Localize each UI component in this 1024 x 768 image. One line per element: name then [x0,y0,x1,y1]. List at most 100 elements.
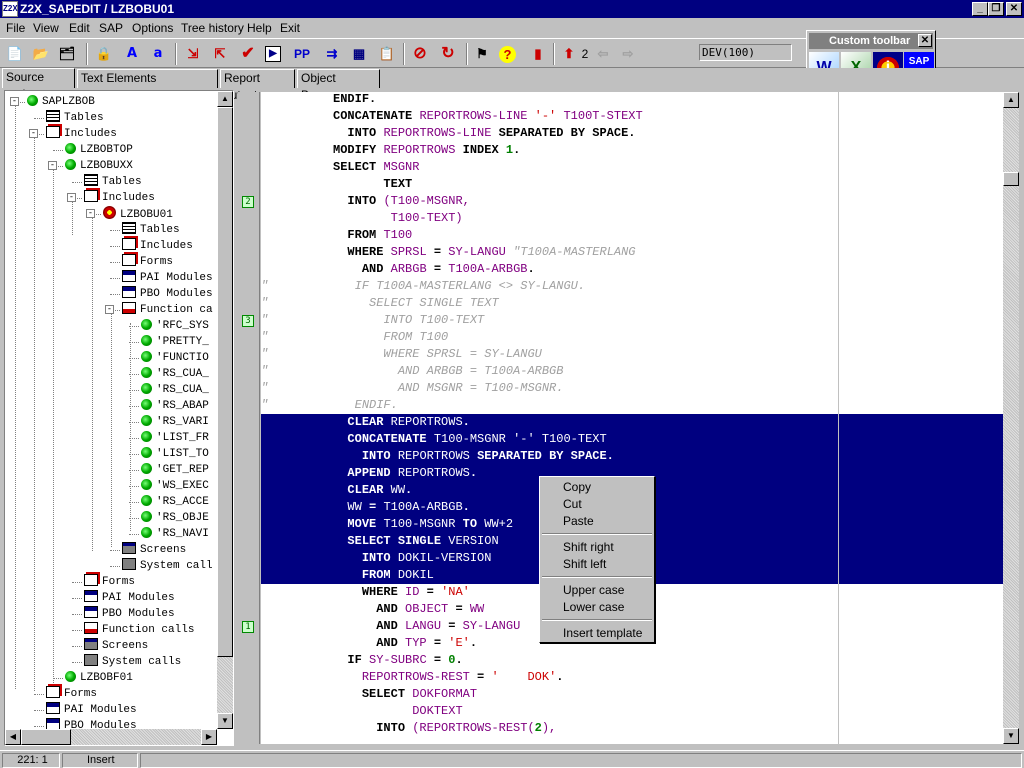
tab-source-code[interactable]: Source code [2,68,75,101]
menu-file[interactable]: File [6,21,25,35]
menu-view[interactable]: View [33,21,59,35]
tab-report-output[interactable]: Report output [220,69,295,102]
menu-item-insert-template[interactable]: Insert template [563,626,642,640]
pretty-printer-icon[interactable]: PP [292,44,312,64]
sap-app-icon[interactable]: Z2X [2,1,18,17]
breakpoint-marker[interactable]: 3 [242,315,254,327]
code-line[interactable]: INTO REPORTROWS-LINE SEPARATED BY SPACE. [261,125,635,142]
exit-icon[interactable]: ▮ [528,44,548,64]
tree-expander[interactable]: - [105,305,114,314]
tree-node[interactable]: Includes [122,238,193,254]
tree-node[interactable]: SAPLZBOB [27,94,95,110]
code-line[interactable]: WHERE ID = 'NA' [261,584,470,601]
tree-expander[interactable]: - [67,193,76,202]
tree-node[interactable]: Screens [84,638,148,654]
code-line[interactable]: " INTO T100-TEXT [261,312,484,329]
code-line[interactable]: APPEND REPORTROWS. [261,465,477,482]
code-line[interactable]: SELECT MSGNR [261,159,419,176]
tree-node[interactable]: Tables [46,110,104,126]
code-line[interactable]: AND ARBGB = T100A-ARBGB. [261,261,535,278]
breakpoint-marker[interactable]: 1 [242,621,254,633]
tree-expander[interactable]: - [10,97,19,106]
restore-button[interactable]: ❐ [988,2,1004,16]
tree-node[interactable]: 'RS_ACCE [141,494,209,510]
table-icon[interactable]: ▦ [349,44,369,64]
code-line[interactable]: INTO DOKIL-VERSION [261,550,492,567]
code-line[interactable]: " FROM T100 [261,329,448,346]
code-line[interactable]: " AND ARBGB = T100A-ARBGB [261,363,563,380]
code-line[interactable]: " AND MSGNR = T100-MSGNR. [261,380,563,397]
where-used-icon[interactable]: ⇉ [322,44,342,64]
code-line[interactable]: AND OBJECT = WW [261,601,484,618]
tree-node[interactable]: PBO Modules [122,286,213,302]
new-icon[interactable]: 📄 [5,44,25,64]
tree-node[interactable]: PAI Modules [84,590,175,606]
tree-node[interactable]: 'RS_CUA_ [141,366,209,382]
clipboard-icon[interactable]: 📋 [377,44,397,64]
code-line[interactable]: " IF T100A-MASTERLANG <> SY-LANGU. [261,278,585,295]
stop-icon[interactable]: ⊘ [410,44,430,64]
tab-text-elements[interactable]: Text Elements (SAPLZBOB) [77,69,218,102]
tree-node[interactable]: Forms [84,574,135,590]
menu-item-shift-right[interactable]: Shift right [563,540,614,554]
menu-edit[interactable]: Edit [69,21,90,35]
forward-arrow-icon[interactable]: ⇨ [618,44,638,64]
help-icon[interactable]: ? [499,46,516,63]
object-tree[interactable]: - SAPLZBOB Tables - Includes LZBOBTOP - LZBOBUX… [4,90,234,746]
tree-expander[interactable]: - [86,209,95,218]
tree-icon[interactable]: 🗂 [57,44,77,64]
custom-toolbar-close-button[interactable]: ✕ [918,34,932,47]
tree-node[interactable]: Screens [122,542,186,558]
breakpoint-marker[interactable]: 2 [242,196,254,208]
scroll-right-button[interactable]: ▶ [201,729,217,745]
code-line[interactable]: " ENDIF. [261,397,398,414]
code-line[interactable]: CONCATENATE REPORTROWS-LINE '-' T100T-ST… [261,108,643,125]
tree-node[interactable]: 'RS_OBJE [141,510,209,526]
code-line[interactable]: T100-TEXT) [261,210,463,227]
code-line[interactable]: IF SY-SUBRC = 0. [261,652,462,669]
code-line[interactable]: ENDIF. [261,92,376,108]
tree-node[interactable]: Forms [46,686,97,702]
scroll-up-button[interactable]: ▲ [217,91,233,107]
scroll-down-button[interactable]: ▼ [217,713,233,729]
code-line[interactable]: SELECT SINGLE VERSION [261,533,498,550]
code-line[interactable]: AND TYP = 'E'. [261,635,477,652]
tree-expander[interactable]: - [29,129,38,138]
menu-tree-history[interactable]: Tree history [181,21,244,35]
menu-exit[interactable]: Exit [280,21,300,35]
check-icon[interactable]: ✔ [238,44,258,64]
tree-node[interactable]: LZBOBF01 [65,670,133,686]
code-line[interactable]: WHERE SPRSL = SY-LANGU "T100A-MASTERLANG [261,244,635,261]
tree-node[interactable]: 'PRETTY_ [141,334,209,350]
tree-node[interactable]: 'RFC_SYS [141,318,209,334]
code-line[interactable]: CONCATENATE T100-MSGNR '-' T100-TEXT [261,431,606,448]
code-line[interactable]: INTO (T100-MSGNR, [261,193,469,210]
tree-node[interactable]: 'RS_CUA_ [141,382,209,398]
tree-node[interactable]: System call [122,558,213,574]
code-editor[interactable]: ENDIF. CONCATENATE REPORTROWS-LINE '-' T… [261,92,1003,744]
scroll-thumb[interactable] [21,729,71,745]
menu-sap[interactable]: SAP [99,21,123,35]
tree-node[interactable]: Tables [84,174,142,190]
tree-node[interactable]: 'LIST_TO [141,446,209,462]
lowercase-a-icon[interactable]: a [148,44,168,64]
code-line[interactable]: CLEAR WW. [261,482,412,499]
code-line[interactable]: INTO (REPORTROWS-REST(2), [261,720,556,737]
menu-item-cut[interactable]: Cut [563,497,582,511]
code-line[interactable]: MODIFY REPORTROWS INDEX 1. [261,142,520,159]
tree-node[interactable]: 'LIST_FR [141,430,209,446]
tree-node[interactable]: Tables [122,222,180,238]
menu-item-upper-case[interactable]: Upper case [563,583,624,597]
export-icon[interactable]: ⇱ [210,44,230,64]
tree-node[interactable]: LZBOBU01 [103,206,173,222]
code-line[interactable]: " SELECT SINGLE TEXT [261,295,499,312]
tree-node[interactable]: Forms [122,254,173,270]
menu-item-paste[interactable]: Paste [563,514,594,528]
code-line[interactable]: FROM T100 [261,227,412,244]
menu-item-copy[interactable]: Copy [563,480,591,494]
tree-node[interactable]: 'WS_EXEC [141,478,209,494]
tree-horizontal-scrollbar[interactable]: ◀ ▶ [5,729,217,745]
tree-node[interactable]: 'FUNCTIO [141,350,209,366]
tree-node[interactable]: Includes [46,126,117,142]
lock-icon[interactable]: 🔒 [94,44,114,64]
